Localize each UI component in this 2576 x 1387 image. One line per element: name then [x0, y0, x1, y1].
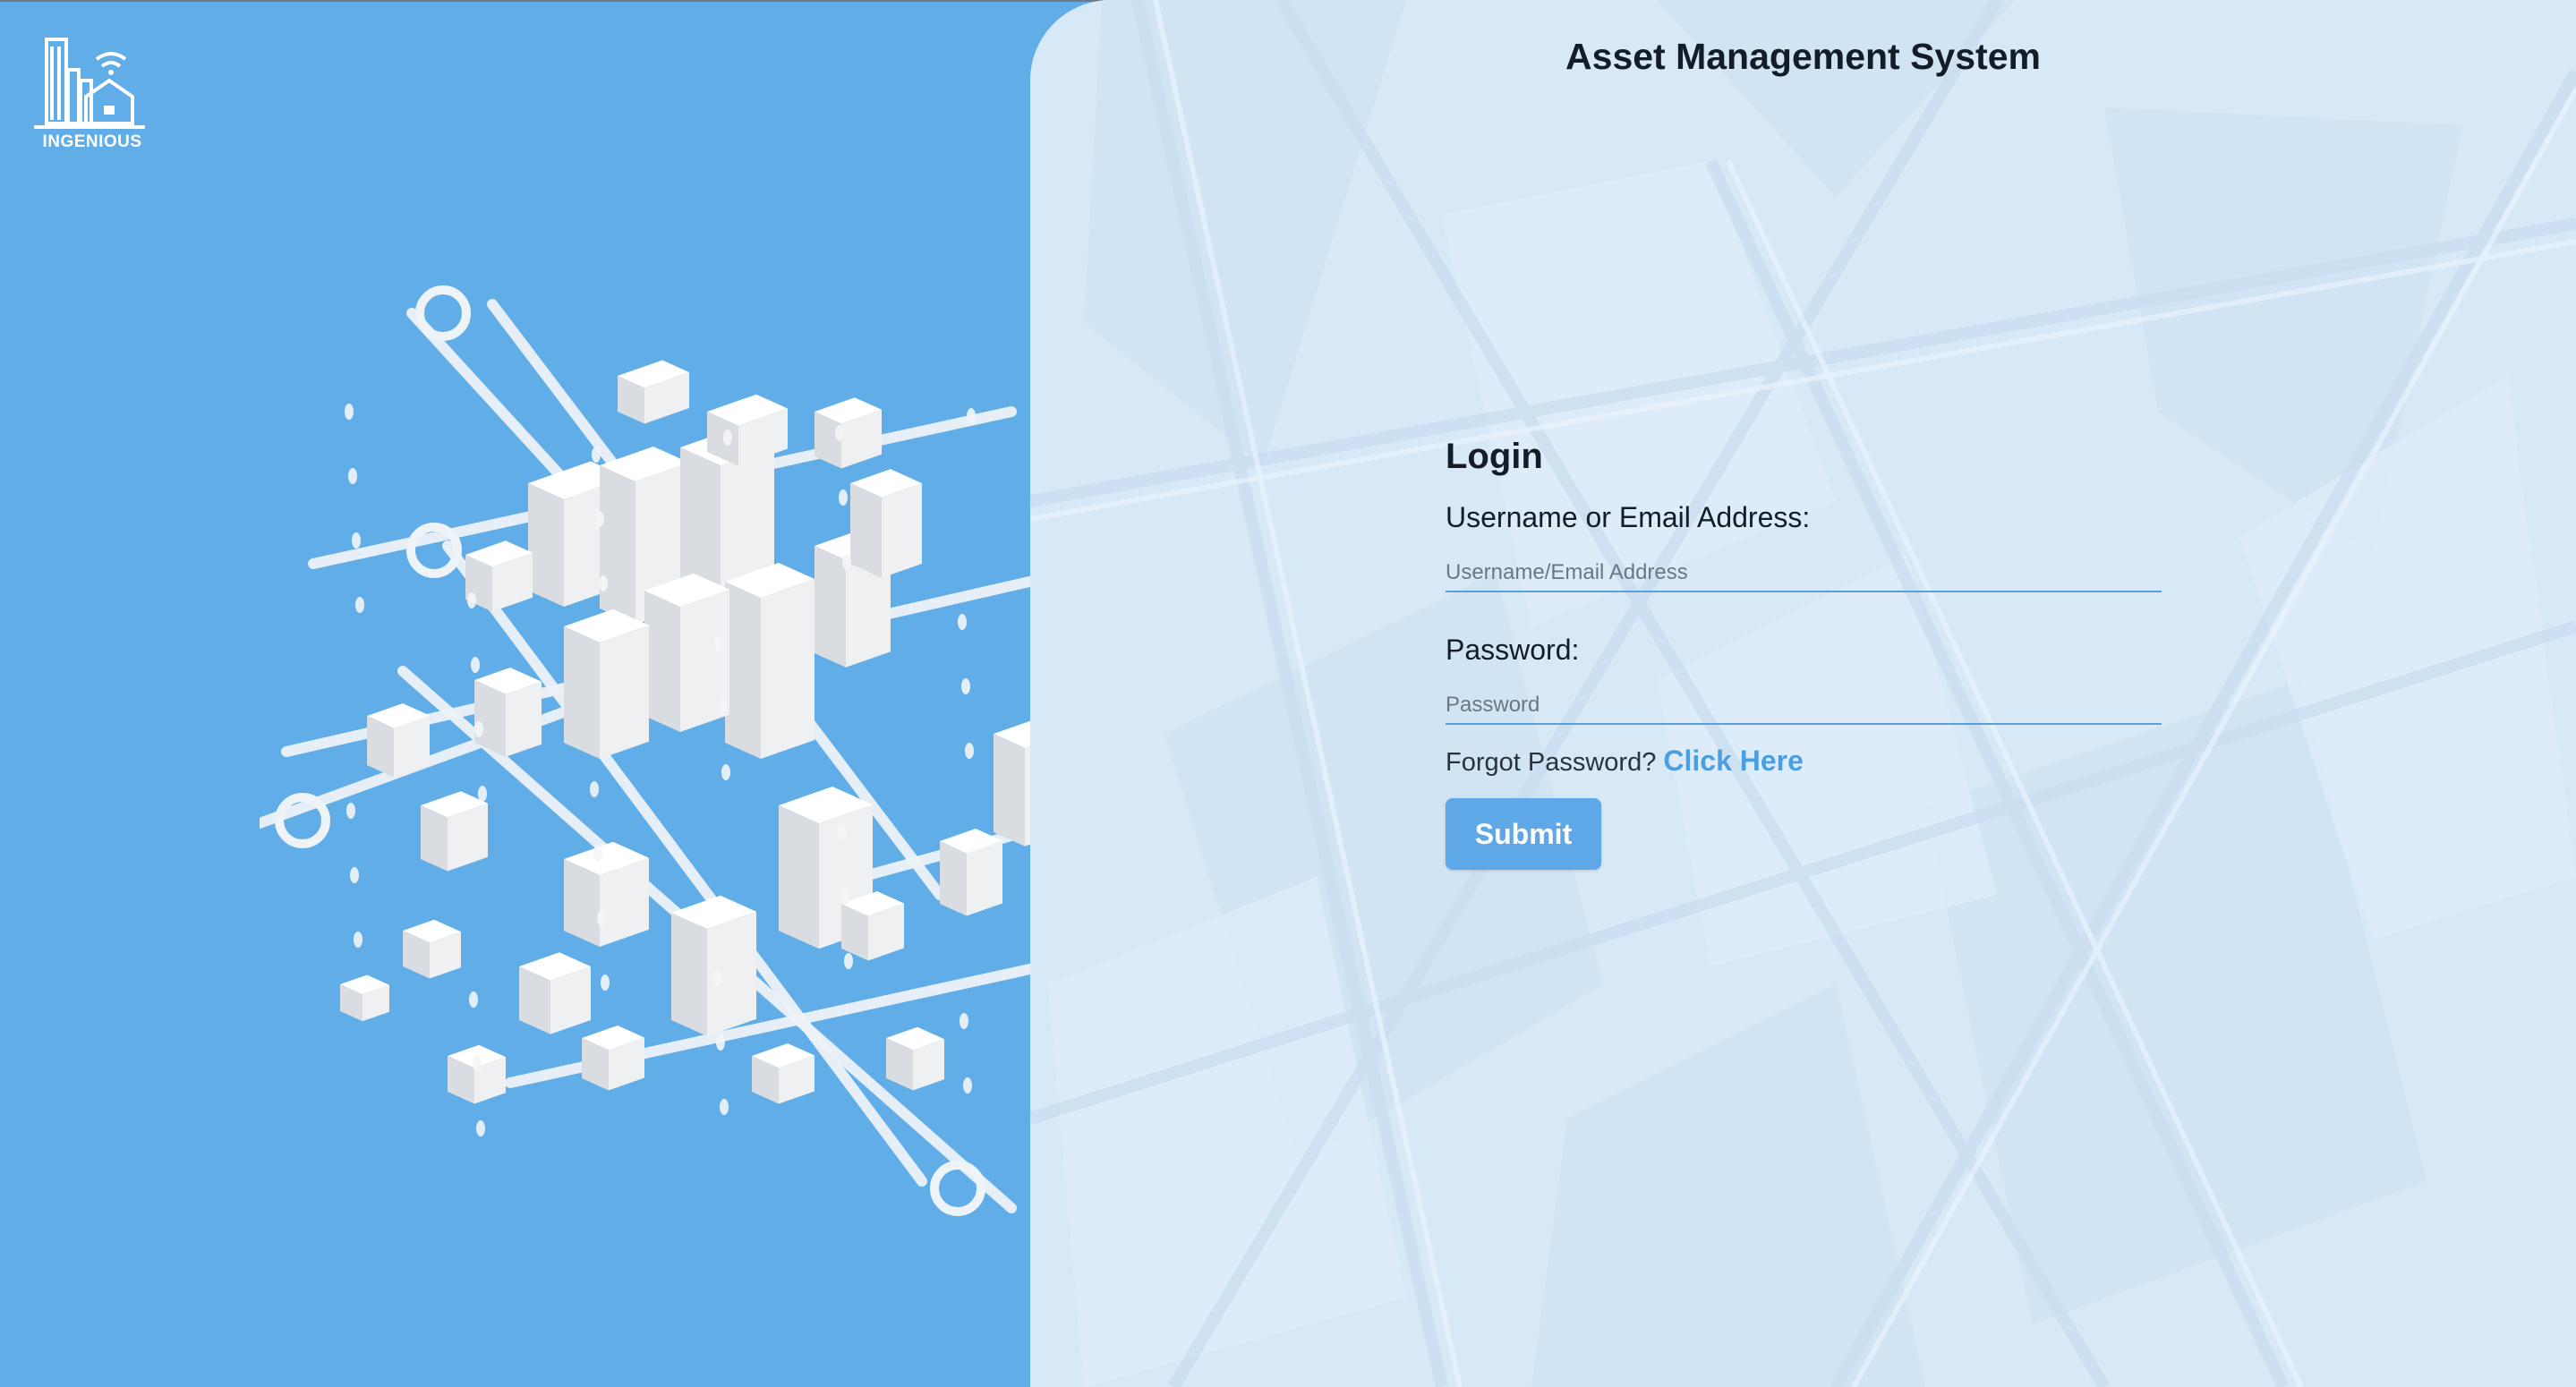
company-logo: INGENIOUS [34, 34, 150, 155]
username-input[interactable] [1446, 555, 2162, 592]
password-label: Password: [1446, 634, 1580, 666]
logo-text: INGENIOUS [42, 132, 142, 151]
login-heading: Login [1446, 437, 1543, 476]
forgot-password-text: Forgot Password? [1446, 748, 1657, 777]
login-form: Login Username or Email Address: Passwor… [1446, 430, 2162, 870]
username-label: Username or Email Address: [1446, 501, 1811, 533]
forgot-password-link[interactable]: Click Here [1663, 745, 1804, 777]
submit-button[interactable]: Submit [1446, 798, 1601, 870]
app-title: Asset Management System [1565, 36, 2041, 77]
forgot-password-row: Forgot Password? Click Here [1446, 741, 2162, 780]
building-wifi-icon [34, 38, 145, 129]
login-page: INGENIOUS Asset Management System Login … [0, 0, 2576, 1387]
password-input[interactable] [1446, 687, 2162, 725]
login-panel: Asset Management System Login Username o… [1030, 0, 2576, 1387]
